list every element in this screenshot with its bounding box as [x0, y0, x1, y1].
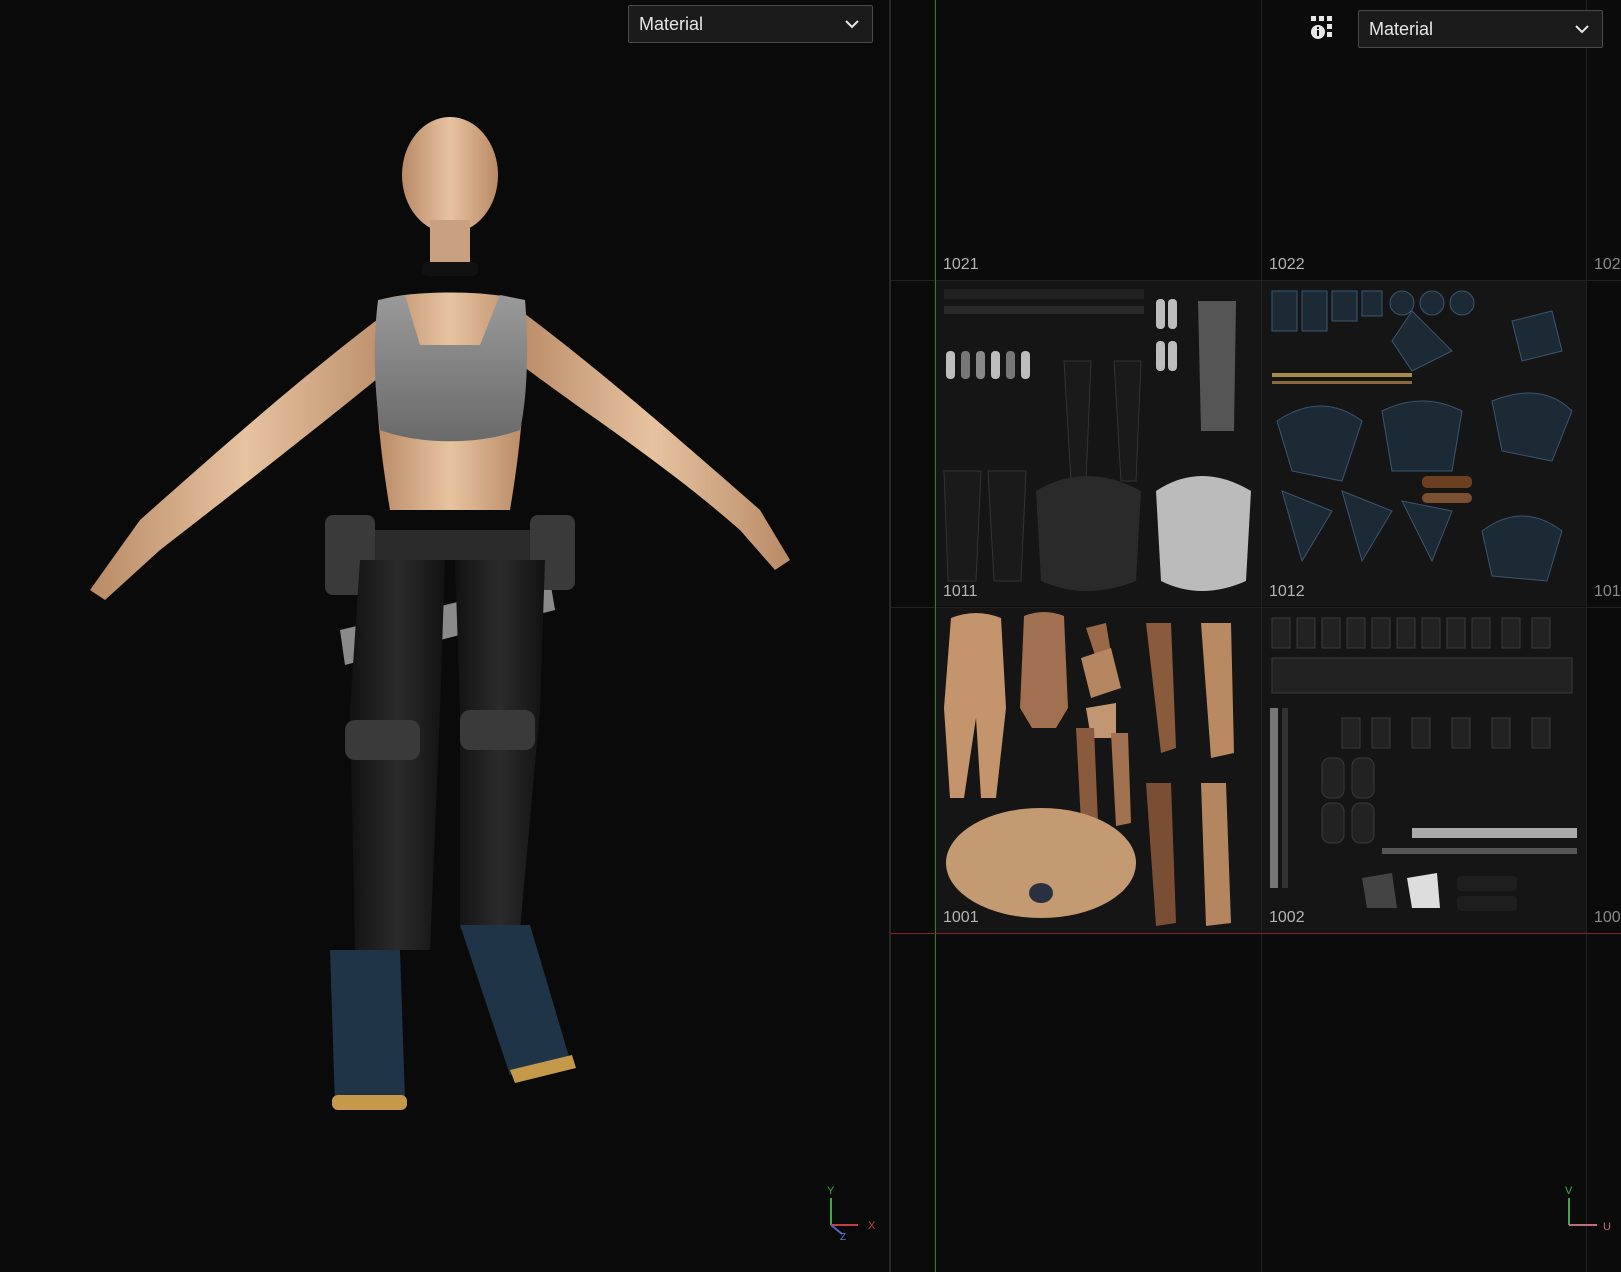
uv-island-group [1271, 290, 1573, 582]
character-model[interactable] [60, 110, 840, 1170]
tile-label: 1021 [943, 256, 979, 273]
uv-tile-1002[interactable] [1262, 608, 1586, 933]
axis-u-label: U [1603, 1221, 1611, 1233]
axis-gizmo: Y X Z [827, 1185, 876, 1240]
axis-y-label: Y [827, 1185, 835, 1197]
left-thigh-strap [345, 720, 420, 760]
uv-v-axis [935, 0, 936, 1272]
tile-label: 100 [1594, 909, 1621, 926]
uv-island-group [943, 289, 1251, 591]
axis-z-label: Z [840, 1232, 846, 1240]
uv-tile-1012[interactable] [1262, 281, 1586, 606]
tile-label: 101 [1594, 583, 1621, 600]
head [402, 117, 498, 233]
tile-label: 102 [1594, 256, 1621, 273]
axis-x-label: X [868, 1220, 876, 1232]
uv-island-group [1270, 617, 1577, 911]
neck [430, 220, 470, 265]
tile-label: 1001 [943, 909, 979, 926]
left-boot [330, 950, 405, 1105]
viewport-shading-dropdown[interactable]: Material [628, 5, 873, 43]
tile-label: 1011 [943, 583, 978, 600]
axis-v-label: V [1565, 1185, 1573, 1197]
uv-tile-1011[interactable] [936, 281, 1261, 606]
uv-axis-gizmo: V U [1565, 1185, 1611, 1233]
tile-label: 1022 [1269, 256, 1305, 273]
3d-viewport[interactable]: Material Y X Z [0, 0, 889, 1272]
right-thigh-strap [460, 710, 535, 750]
uv-viewport[interactable]: 1021 1022 102 1011 1012 101 1001 1002 10… [891, 0, 1621, 1272]
grid-settings-icon[interactable] [1309, 14, 1337, 42]
uv-shading-value: Material [1369, 18, 1434, 39]
choker [422, 262, 478, 276]
chevron-down-icon [845, 20, 859, 29]
chevron-down-icon [1575, 25, 1589, 34]
right-boot [460, 925, 570, 1075]
uv-tile-1001[interactable] [936, 608, 1261, 933]
uv-grid-line [1586, 0, 1587, 1272]
left-boot-sole [332, 1095, 407, 1110]
uv-island-group [944, 612, 1234, 926]
viewport-shading-value: Material [639, 13, 704, 34]
uv-u-axis [891, 933, 1621, 934]
uv-shading-dropdown[interactable]: Material [1358, 10, 1603, 48]
tile-label: 1012 [1269, 583, 1305, 600]
tile-label: 1002 [1269, 909, 1305, 926]
belt [360, 530, 550, 560]
